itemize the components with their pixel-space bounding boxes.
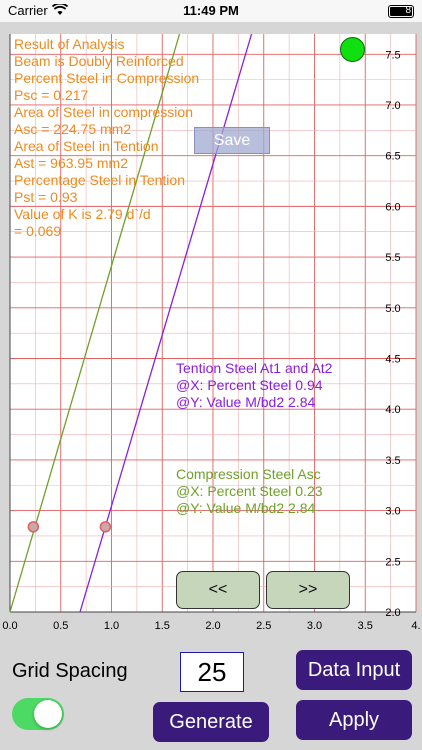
analysis-line: Area of Steel in compression bbox=[14, 104, 193, 120]
y-tick-label: 2.0 bbox=[385, 607, 400, 619]
analysis-line: Percent Steel in Compression bbox=[14, 70, 200, 86]
x-tick-label: 3.5 bbox=[358, 620, 373, 632]
y-tick-label: 5.5 bbox=[385, 252, 400, 264]
tention-info: Tention Steel At1 and At2 @X: Percent Ste… bbox=[176, 360, 332, 411]
data-input-button[interactable]: Data Input bbox=[296, 650, 412, 690]
data-point bbox=[27, 521, 40, 533]
battery-icon: 8 bbox=[388, 5, 414, 18]
analysis-line: Beam is Doubly Reinforced bbox=[14, 53, 184, 69]
analysis-text: Result of Analysis Beam is Doubly Reinfor… bbox=[14, 36, 199, 240]
analysis-line: Asc = 224.75 mm2 bbox=[14, 121, 132, 137]
analysis-line: Percentage Steel in Tention bbox=[14, 172, 185, 188]
clock: 11:49 PM bbox=[183, 3, 239, 18]
x-tick-label: 0.0 bbox=[2, 620, 17, 632]
compression-line: @X: Percent Steel 0.23 bbox=[176, 483, 323, 499]
x-tick-label: 0.5 bbox=[53, 620, 68, 632]
next-button[interactable]: >> bbox=[266, 571, 350, 609]
y-tick-label: 3.0 bbox=[385, 506, 400, 518]
y-tick-label: 6.5 bbox=[385, 151, 400, 163]
y-tick-label: 5.0 bbox=[385, 303, 400, 315]
status-bar: Carrier 11:49 PM 8 bbox=[0, 0, 422, 22]
y-tick-label: 6.0 bbox=[385, 201, 400, 213]
analysis-line: Psc = 0.217 bbox=[14, 87, 89, 103]
save-button[interactable]: Save bbox=[194, 127, 270, 154]
analysis-line: Ast = 963.95 mm2 bbox=[14, 155, 129, 171]
analysis-line: Result of Analysis bbox=[14, 36, 125, 52]
y-tick-label: 2.5 bbox=[385, 556, 400, 568]
x-tick-label: 2.5 bbox=[256, 620, 271, 632]
grid-spacing-input[interactable]: 25 bbox=[180, 652, 244, 692]
x-tick-label: 2.0 bbox=[205, 620, 220, 632]
x-tick-label: 4. bbox=[411, 620, 420, 632]
status-indicator[interactable] bbox=[340, 37, 365, 62]
tention-line: @X: Percent Steel 0.94 bbox=[176, 377, 323, 393]
y-tick-label: 7.5 bbox=[385, 49, 400, 61]
analysis-line: Pst = 0.93 bbox=[14, 189, 78, 205]
analysis-line: = 0.069 bbox=[14, 223, 62, 239]
compression-line: Compression Steel Asc bbox=[176, 466, 321, 482]
compression-info: Compression Steel Asc @X: Percent Steel 0… bbox=[176, 466, 323, 517]
analysis-line: Area of Steel in Tention bbox=[14, 138, 159, 154]
grid-toggle[interactable] bbox=[12, 698, 64, 730]
x-tick-label: 1.5 bbox=[155, 620, 170, 632]
tention-line: Tention Steel At1 and At2 bbox=[176, 360, 333, 376]
y-tick-label: 3.5 bbox=[385, 455, 400, 467]
data-point bbox=[99, 521, 112, 533]
grid-spacing-label: Grid Spacing bbox=[12, 660, 128, 682]
y-tick-label: 7.0 bbox=[385, 100, 400, 112]
x-tick-label: 3.0 bbox=[307, 620, 322, 632]
battery-level: 8 bbox=[405, 5, 411, 16]
y-tick-label: 4.0 bbox=[385, 404, 400, 416]
tention-line: @Y: Value M/bd2 2.84 bbox=[176, 394, 316, 410]
toggle-knob[interactable] bbox=[34, 700, 62, 728]
generate-button[interactable]: Generate bbox=[153, 702, 269, 742]
y-tick-label: 4.5 bbox=[385, 353, 400, 365]
apply-button[interactable]: Apply bbox=[296, 700, 412, 740]
analysis-line: Value of K is 2.79 d`/d bbox=[14, 206, 151, 222]
x-tick-label: 1.0 bbox=[104, 620, 119, 632]
compression-line: @Y: Value M/bd2 2.84 bbox=[176, 500, 316, 516]
previous-button[interactable]: << bbox=[176, 571, 260, 609]
